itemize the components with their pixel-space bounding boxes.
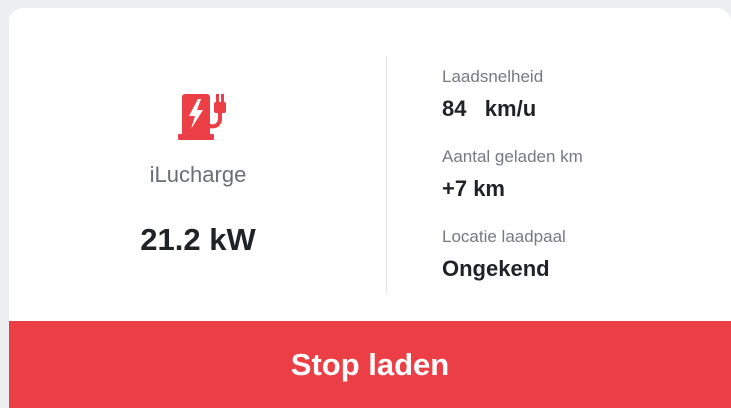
vertical-divider: [386, 56, 387, 294]
charging-speed-value: 84 km/u: [442, 96, 537, 121]
km-charged-label: Aantal geladen km: [442, 147, 583, 166]
charging-power-value: 21.2 kW: [140, 222, 256, 257]
km-charged-value: +7 km: [442, 176, 505, 201]
ev-charger-plug-icon: [178, 94, 226, 140]
stat-location: Locatie laadpaal Ongekend: [442, 226, 722, 306]
stop-charging-button[interactable]: Stop laden: [9, 321, 731, 408]
charger-info-panel: iLucharge 21.2 kW: [9, 8, 387, 320]
charging-session-card: iLucharge 21.2 kW Laadsnelheid 84 km/u A…: [9, 8, 731, 408]
location-value: Ongekend: [442, 256, 550, 281]
stat-km-charged: Aantal geladen km +7 km: [442, 146, 722, 226]
charger-name: iLucharge: [149, 162, 247, 187]
charging-speed-label: Laadsnelheid: [442, 67, 544, 86]
location-label: Locatie laadpaal: [442, 227, 566, 246]
charging-stats: Laadsnelheid 84 km/u Aantal geladen km +…: [442, 66, 722, 306]
stat-charging-speed: Laadsnelheid 84 km/u: [442, 66, 722, 146]
